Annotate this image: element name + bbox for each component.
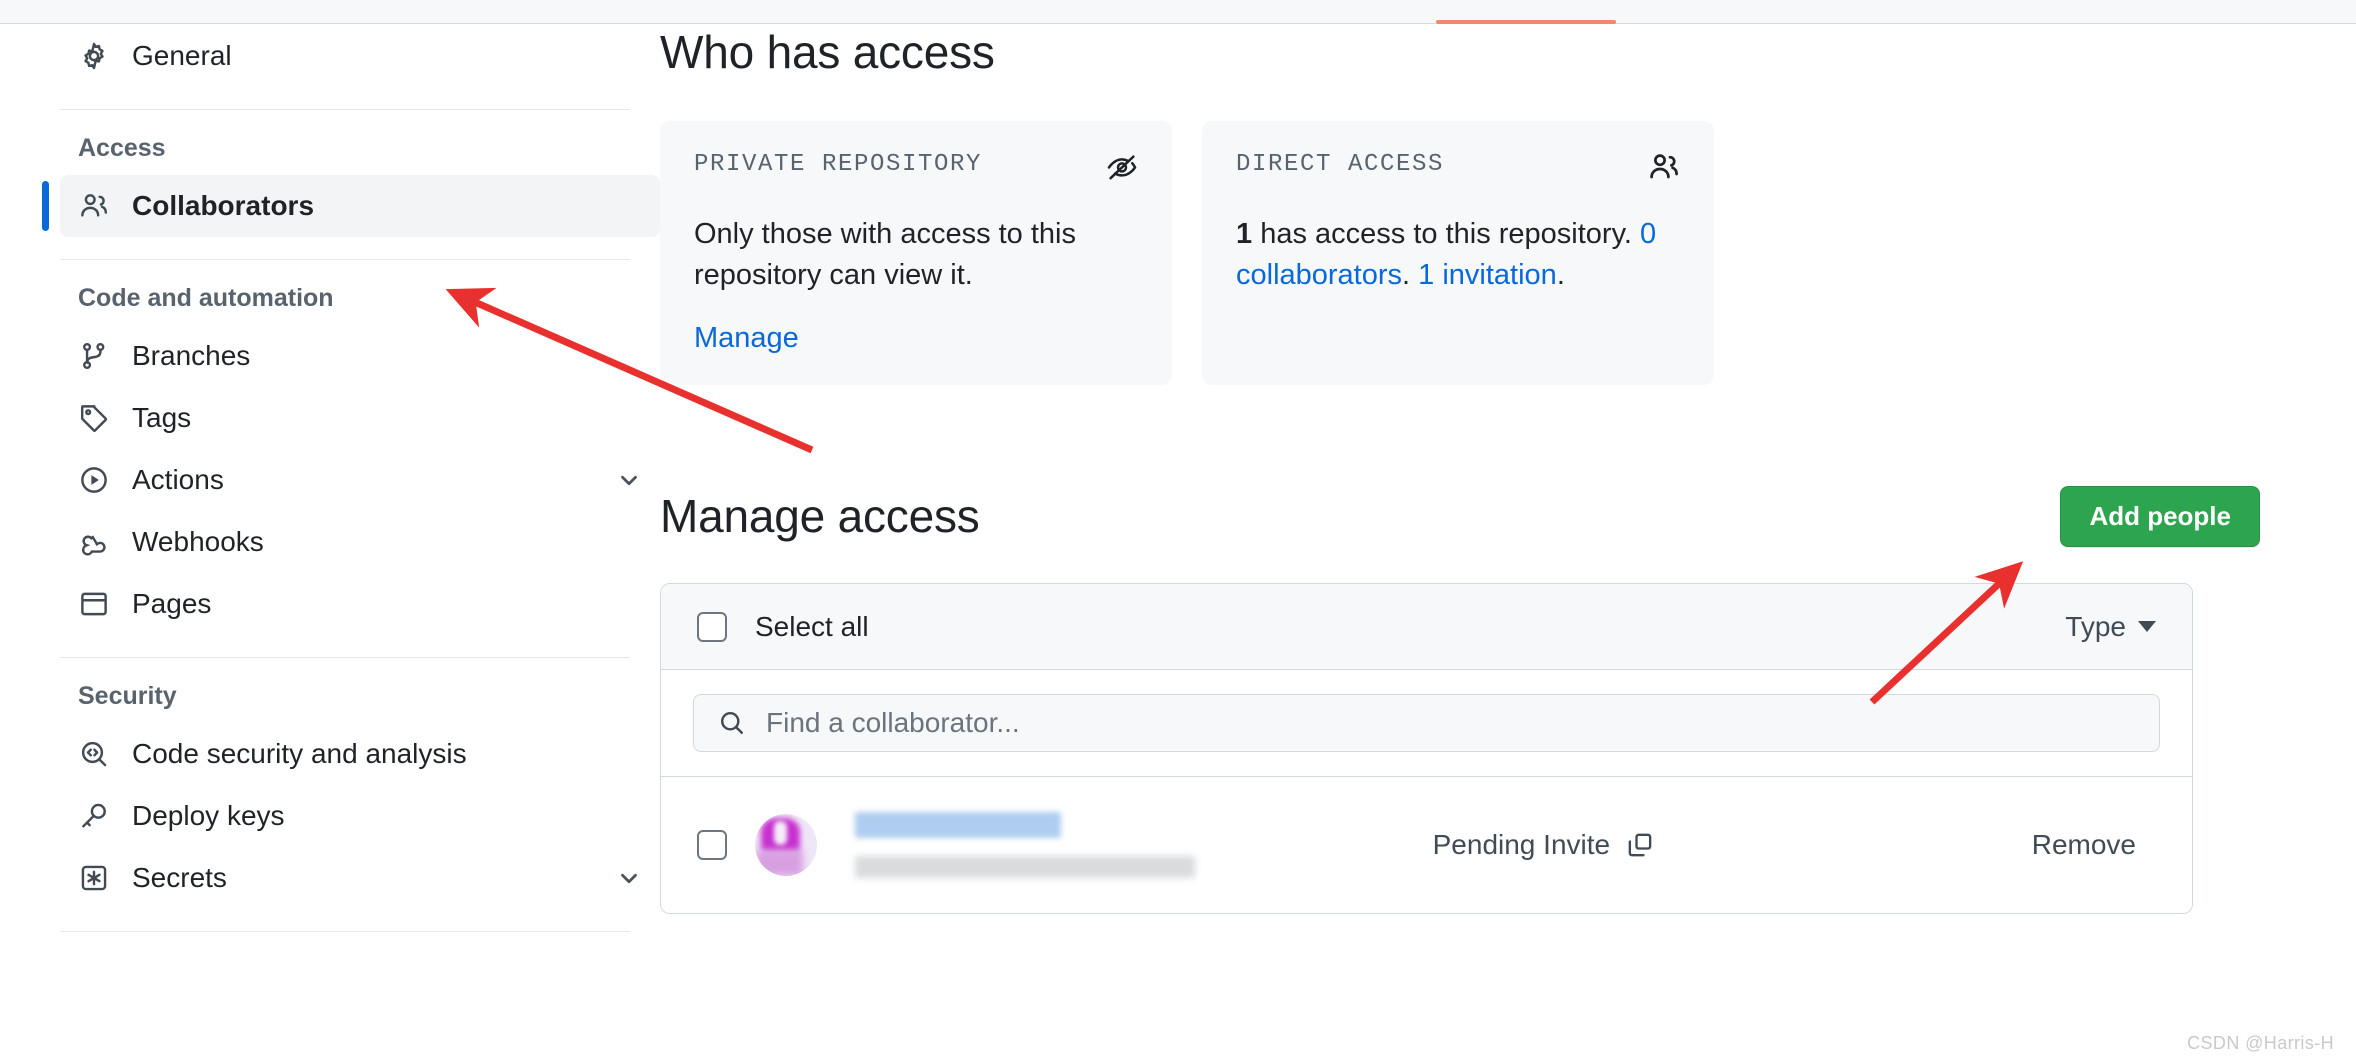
- sidebar-item-branches[interactable]: Branches: [60, 325, 660, 387]
- gear-icon: [78, 40, 110, 72]
- sidebar-group-code-automation: Code and automation Branches Tags Action…: [60, 284, 660, 635]
- collaborators-panel: Select all Type Find a collaborator... P…: [660, 583, 2193, 915]
- access-cards: PRIVATE REPOSITORY Only those with acces…: [660, 121, 2260, 386]
- search-input[interactable]: [766, 707, 2135, 740]
- avatar: [755, 814, 817, 877]
- collaborator-email-redacted: [855, 856, 1195, 879]
- sidebar-item-deploy-keys[interactable]: Deploy keys: [60, 785, 660, 847]
- manage-link[interactable]: Manage: [694, 322, 799, 355]
- collaborator-search-row: [661, 670, 2192, 778]
- row-checkbox[interactable]: [697, 830, 727, 861]
- card-title: PRIVATE REPOSITORY: [694, 151, 983, 178]
- people-icon: [78, 190, 110, 222]
- card-title: DIRECT ACCESS: [1236, 151, 1445, 178]
- sidebar-item-code-security-and-analysis[interactable]: Code security and analysis: [60, 723, 660, 785]
- sidebar-item-general[interactable]: General: [60, 25, 660, 87]
- manage-access-heading: Manage access: [660, 490, 980, 543]
- collaborators-panel-header: Select all Type: [661, 584, 2192, 671]
- select-all-control[interactable]: Select all: [697, 611, 869, 643]
- card-header: PRIVATE REPOSITORY: [694, 151, 1138, 188]
- play-icon: [78, 464, 110, 496]
- sidebar-item-label: Tags: [132, 402, 192, 433]
- sidebar-section-code-and-automation: Code and automation: [78, 284, 334, 312]
- sidebar-group-security: Security Code security and analysis Depl…: [60, 682, 660, 909]
- chevron-down-icon[interactable]: [616, 865, 642, 891]
- tag-icon: [78, 402, 110, 434]
- card-header: DIRECT ACCESS: [1236, 151, 1680, 188]
- remove-collaborator-link[interactable]: Remove: [2032, 829, 2136, 861]
- card-body-text: 1 has access to this repository. 0 colla…: [1236, 214, 1680, 296]
- private-repository-card: PRIVATE REPOSITORY Only those with acces…: [660, 121, 1172, 386]
- search-icon: [718, 709, 746, 737]
- asterisk-icon: [78, 862, 110, 894]
- manage-access-header: Manage access Add people: [660, 481, 2260, 551]
- sidebar-section-access: Access: [78, 134, 166, 162]
- access-count: 1: [1236, 218, 1253, 250]
- sidebar-item-pages[interactable]: Pages: [60, 573, 660, 635]
- chevron-down-icon[interactable]: [616, 467, 642, 493]
- settings-main-content: Who has access PRIVATE REPOSITORY Only t…: [660, 25, 2260, 915]
- browser-icon: [78, 588, 110, 620]
- watermark: CSDN @Harris-H: [2187, 1033, 2334, 1053]
- table-row: Pending Invite Remove: [661, 777, 2192, 914]
- sidebar-item-label: Webhooks: [132, 526, 264, 557]
- select-all-label: Select all: [755, 610, 869, 642]
- type-filter-label: Type: [2065, 610, 2126, 642]
- collaborator-username-redacted: [855, 812, 1061, 839]
- type-filter-dropdown[interactable]: Type: [2065, 611, 2156, 643]
- sidebar-item-label: Deploy keys: [132, 800, 285, 831]
- access-text-2: .: [1402, 259, 1419, 292]
- status-badge: Pending Invite: [1432, 829, 1611, 861]
- access-text-1: has access to this repository.: [1252, 218, 1641, 250]
- sidebar-divider: [60, 931, 630, 932]
- sidebar-item-label: Code security and analysis: [132, 738, 467, 769]
- sidebar-group-access: Access Collaborators: [42, 134, 660, 237]
- sidebar-divider: [60, 259, 630, 260]
- row-status: Pending Invite: [1055, 829, 2032, 861]
- sidebar-group-general: General: [60, 25, 660, 87]
- settings-sidebar: General Access Collaborators Code and au…: [42, 25, 660, 956]
- sidebar-item-actions[interactable]: Actions: [60, 449, 660, 511]
- access-text-3: .: [1556, 259, 1565, 292]
- browser-top-strip: [0, 0, 2356, 24]
- sidebar-divider: [60, 109, 630, 110]
- invitation-link[interactable]: 1 invitation: [1418, 259, 1557, 291]
- sidebar-item-webhooks[interactable]: Webhooks: [60, 511, 660, 573]
- direct-access-card: DIRECT ACCESS 1 has access to this repos…: [1202, 121, 1714, 386]
- chevron-down-icon: [2138, 621, 2156, 633]
- branch-icon: [78, 340, 110, 372]
- key-icon: [78, 800, 110, 832]
- sidebar-item-tags[interactable]: Tags: [60, 387, 660, 449]
- sidebar-item-collaborators[interactable]: Collaborators: [42, 175, 660, 237]
- settings-page: General Access Collaborators Code and au…: [0, 25, 2356, 1062]
- people-icon: [1648, 151, 1680, 188]
- sidebar-item-label: Collaborators: [132, 190, 315, 221]
- sidebar-item-label: General: [132, 40, 232, 71]
- card-body-text: Only those with access to this repositor…: [694, 218, 1076, 292]
- eye-closed-icon: [1106, 151, 1138, 188]
- sidebar-item-label: Secrets: [132, 862, 227, 893]
- add-people-button[interactable]: Add people: [2060, 485, 2260, 547]
- sidebar-item-label: Pages: [132, 588, 212, 619]
- code-search-icon: [78, 738, 110, 770]
- sidebar-section-security: Security: [78, 682, 177, 710]
- sidebar-item-label: Actions: [132, 464, 224, 495]
- sidebar-divider: [60, 657, 630, 658]
- sidebar-item-secrets[interactable]: Secrets: [60, 847, 660, 909]
- select-all-checkbox[interactable]: [697, 611, 727, 642]
- copy-icon[interactable]: [1626, 831, 1654, 859]
- active-tab-underline: [1436, 20, 1616, 24]
- search-box[interactable]: [693, 694, 2160, 753]
- webhook-icon: [78, 526, 110, 558]
- sidebar-item-label: Branches: [132, 340, 251, 371]
- who-has-access-heading: Who has access: [660, 26, 995, 78]
